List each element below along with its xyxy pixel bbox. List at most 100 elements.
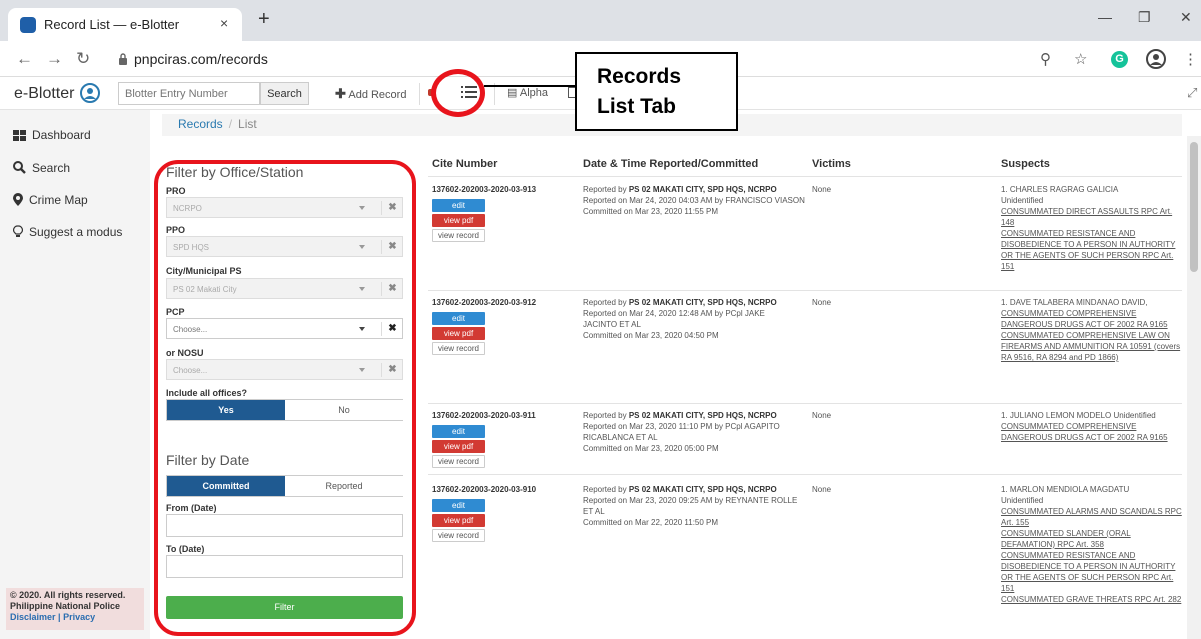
victims-value: None: [812, 411, 832, 420]
site-favicon-icon: [20, 17, 36, 33]
victims-value: None: [812, 485, 832, 494]
breadcrumb-records-link[interactable]: Records: [178, 117, 223, 131]
user-account-icon[interactable]: [80, 83, 100, 103]
map-marker-icon: [13, 193, 23, 206]
add-record-link[interactable]: ✚ Add Record: [335, 86, 406, 102]
copyright-text: © 2020. All rights reserved.: [10, 590, 126, 600]
col-header-date[interactable]: Date & Time Reported/Committed: [583, 158, 758, 170]
plus-icon: ✚: [335, 86, 346, 101]
col-header-suspects[interactable]: Suspects: [1001, 158, 1050, 170]
grammarly-extension-icon[interactable]: G: [1111, 51, 1128, 68]
view-pdf-button[interactable]: view pdf: [432, 514, 485, 527]
report-details: Reported by PS 02 MAKATI CITY, SPD HQS, …: [583, 185, 805, 216]
offense-link[interactable]: CONSUMMATED SLANDER (ORAL DEFAMATION) RP…: [1001, 529, 1131, 549]
lock-icon: [119, 53, 127, 65]
lightbulb-icon: [13, 225, 23, 237]
browser-menu-icon[interactable]: ⋮: [1183, 50, 1198, 68]
cite-number: 137602-202003-2020-03-910: [432, 485, 537, 494]
report-details: Reported by PS 02 MAKATI CITY, SPD HQS, …: [583, 485, 798, 527]
alpha-list-icon: ▤: [507, 87, 518, 99]
breadcrumb-current: List: [238, 117, 257, 131]
fullscreen-icon[interactable]: ⤢: [1187, 85, 1197, 101]
report-details: Reported by PS 02 MAKATI CITY, SPD HQS, …: [583, 411, 780, 453]
col-header-cite[interactable]: Cite Number: [432, 158, 497, 170]
scrollbar-thumb[interactable]: [1190, 142, 1198, 272]
view-pdf-button[interactable]: view pdf: [432, 214, 485, 227]
dashboard-icon: [13, 130, 26, 141]
page-scrollbar[interactable]: [1187, 136, 1201, 639]
annotation-callout: Records List Tab: [575, 52, 738, 131]
offense-link[interactable]: CONSUMMATED DIRECT ASSAULTS RPC Art. 148: [1001, 207, 1172, 227]
breadcrumb-separator: /: [228, 117, 233, 131]
view-pdf-button[interactable]: view pdf: [432, 440, 485, 453]
app-brand[interactable]: e-Blotter: [14, 85, 74, 103]
sidebar-item-dashboard[interactable]: Dashboard: [13, 128, 91, 142]
victims-value: None: [812, 298, 832, 307]
annotation-circle: [431, 69, 485, 117]
footer-separator: |: [58, 612, 61, 622]
offense-link[interactable]: CONSUMMATED COMPREHENSIVE LAW ON FIREARM…: [1001, 331, 1180, 362]
new-tab-button[interactable]: +: [258, 9, 270, 29]
view-record-button[interactable]: view record: [432, 229, 485, 242]
tab-title: Record List — e-Blotter: [44, 17, 180, 32]
offense-link[interactable]: CONSUMMATED GRAVE THREATS RPC Art. 282: [1001, 595, 1181, 604]
tab-close-icon[interactable]: ×: [220, 15, 228, 31]
blotter-entry-input[interactable]: [118, 82, 260, 105]
view-record-button[interactable]: view record: [432, 529, 485, 542]
profile-icon[interactable]: [1146, 49, 1166, 69]
org-name: Philippine National Police: [10, 601, 121, 611]
row-divider: [428, 474, 1182, 475]
suspects-cell: 1. CHARLES RAGRAG GALICIA Unidentified C…: [1001, 185, 1176, 271]
offense-link[interactable]: CONSUMMATED RESISTANCE AND DISOBEDIENCE …: [1001, 229, 1175, 271]
report-details: Reported by PS 02 MAKATI CITY, SPD HQS, …: [583, 298, 777, 340]
view-record-button[interactable]: view record: [432, 455, 485, 468]
header-divider: [428, 176, 1182, 177]
offense-link[interactable]: CONSUMMATED COMPREHENSIVE DANGEROUS DRUG…: [1001, 422, 1168, 442]
annotation-filter-panel-outline: [154, 160, 416, 636]
victims-value: None: [812, 185, 832, 194]
sidebar-item-suggest-modus[interactable]: Suggest a modus: [13, 225, 122, 239]
suspects-cell: 1. DAVE TALABERA MINDANAO DAVID, CONSUMM…: [1001, 298, 1181, 362]
nav-divider: [419, 83, 420, 105]
offense-link[interactable]: CONSUMMATED ALARMS AND SCANDALS RPC Art.…: [1001, 507, 1182, 527]
offense-link[interactable]: CONSUMMATED RESISTANCE AND DISOBEDIENCE …: [1001, 551, 1175, 593]
edit-button[interactable]: edit: [432, 312, 485, 325]
suspects-cell: 1. JULIANO LEMON MODELO Unidentified CON…: [1001, 411, 1168, 442]
col-header-victims[interactable]: Victims: [812, 158, 851, 170]
alpha-list-link[interactable]: ▤ Alpha: [507, 86, 548, 99]
offense-link[interactable]: CONSUMMATED COMPREHENSIVE DANGEROUS DRUG…: [1001, 309, 1168, 329]
sidebar: Dashboard Search Crime Map Suggest a mod…: [0, 110, 150, 639]
sidebar-item-search[interactable]: Search: [13, 161, 70, 175]
disclaimer-link[interactable]: Disclaimer: [10, 612, 56, 622]
browser-tab-strip: Record List — e-Blotter × + — ❐ ✕: [0, 0, 1201, 41]
url-text[interactable]: pnpciras.com/records: [134, 51, 268, 67]
suspects-cell: 1. MARLON MENDIOLA MAGDATU Unidentified …: [1001, 485, 1182, 604]
annotation-line-1: Records: [597, 65, 682, 88]
cite-number: 137602-202003-2020-03-913: [432, 185, 537, 194]
row-divider: [428, 290, 1182, 291]
annotation-line-2: List Tab: [597, 95, 676, 118]
privacy-link[interactable]: Privacy: [63, 612, 95, 622]
forward-arrow-icon[interactable]: →: [46, 49, 63, 69]
edit-button[interactable]: edit: [432, 499, 485, 512]
search-icon: [13, 161, 26, 174]
row-divider: [428, 403, 1182, 404]
cite-number: 137602-202003-2020-03-911: [432, 411, 536, 420]
bookmark-star-icon[interactable]: ☆: [1074, 50, 1087, 68]
sidebar-item-crime-map[interactable]: Crime Map: [13, 193, 88, 207]
cite-number: 137602-202003-2020-03-912: [432, 298, 537, 307]
browser-tab[interactable]: Record List — e-Blotter ×: [8, 8, 242, 41]
annotation-pointer-line: [484, 85, 575, 87]
zoom-icon[interactable]: ⚲: [1040, 50, 1051, 68]
maximize-icon[interactable]: ❐: [1138, 9, 1151, 26]
sidebar-footer: © 2020. All rights reserved. Philippine …: [6, 588, 144, 630]
edit-button[interactable]: edit: [432, 199, 485, 212]
view-record-button[interactable]: view record: [432, 342, 485, 355]
edit-button[interactable]: edit: [432, 425, 485, 438]
back-arrow-icon[interactable]: ←: [16, 49, 33, 69]
minimize-icon[interactable]: —: [1098, 9, 1112, 25]
view-pdf-button[interactable]: view pdf: [432, 327, 485, 340]
window-close-icon[interactable]: ✕: [1180, 9, 1192, 26]
reload-icon[interactable]: ↻: [76, 49, 90, 69]
blotter-search-button[interactable]: Search: [260, 82, 309, 105]
